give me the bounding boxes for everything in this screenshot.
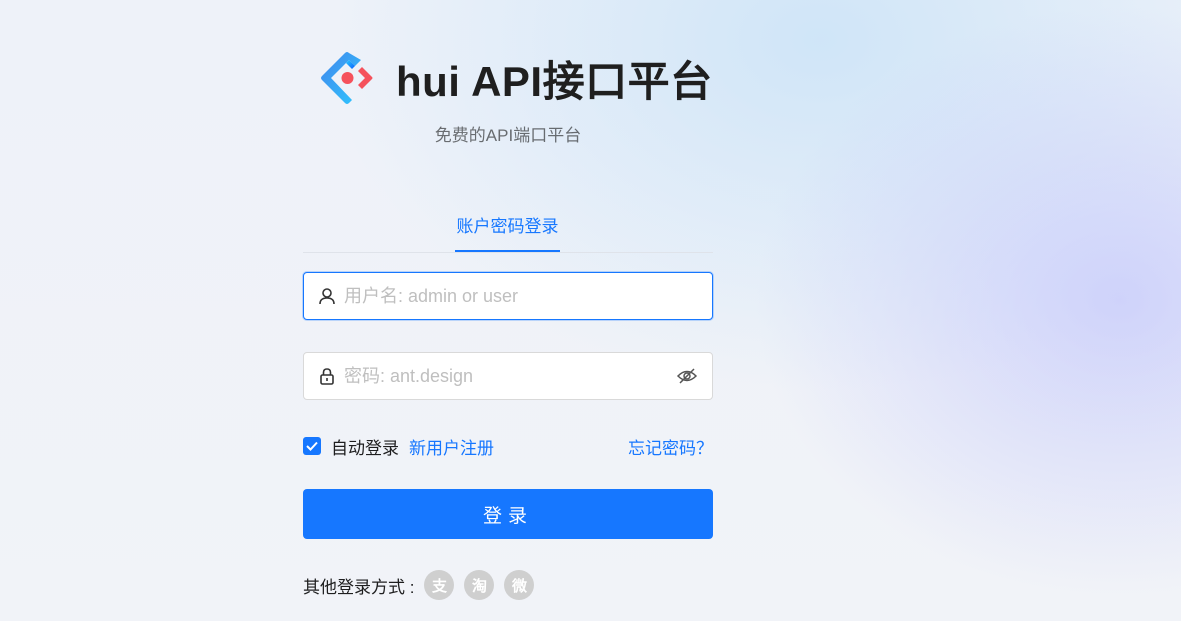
app-subtitle: 免费的API端口平台 bbox=[434, 126, 582, 145]
taobao-icon[interactable]: 淘 bbox=[464, 570, 495, 600]
register-link[interactable]: 新用户注册 bbox=[409, 434, 494, 459]
other-login-label: 其他登录方式 : bbox=[303, 577, 415, 597]
auto-login-label[interactable]: 自动登录 bbox=[331, 434, 399, 459]
check-icon bbox=[306, 441, 318, 451]
tab-account-password[interactable]: 账户密码登录 bbox=[455, 212, 560, 252]
forgot-password-link[interactable]: 忘记密码？ bbox=[628, 434, 713, 459]
other-login-methods: 其他登录方式 : 支 淘 微 bbox=[303, 570, 535, 600]
lock-icon bbox=[320, 368, 334, 385]
logo-icon bbox=[321, 52, 373, 104]
login-tabs: 账户密码登录 bbox=[303, 200, 713, 253]
login-button[interactable]: 登录 bbox=[303, 489, 713, 539]
app-title: hui API接口平台 bbox=[396, 57, 713, 105]
header: hui API接口平台 bbox=[318, 48, 713, 108]
login-options-row: 自动登录 新用户注册 忘记密码？ bbox=[303, 433, 713, 459]
username-input[interactable] bbox=[342, 284, 698, 308]
user-icon bbox=[319, 288, 335, 305]
auto-login-checkbox[interactable] bbox=[303, 437, 321, 455]
username-field[interactable] bbox=[303, 272, 713, 320]
password-field[interactable] bbox=[303, 352, 713, 400]
eye-invisible-icon[interactable] bbox=[676, 365, 698, 387]
password-input[interactable] bbox=[342, 364, 668, 388]
alipay-icon[interactable]: 支 bbox=[424, 570, 455, 600]
weibo-icon[interactable]: 微 bbox=[504, 570, 535, 600]
